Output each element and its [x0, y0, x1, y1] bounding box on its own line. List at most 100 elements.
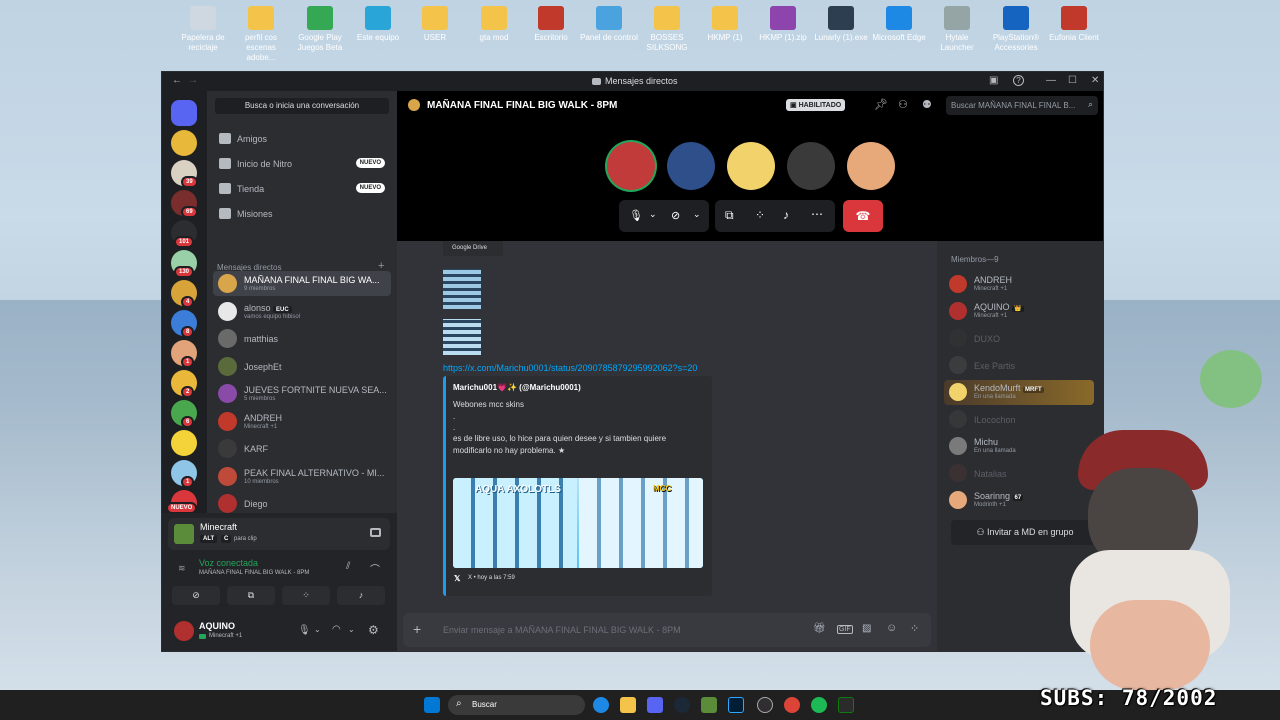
desktop-shortcut[interactable]: HKMP (1).zip	[754, 4, 812, 43]
soundboard-button[interactable]: ♪	[337, 586, 385, 605]
chrome-icon[interactable]	[784, 697, 800, 713]
dm-item[interactable]: MAÑANA FINAL FINAL BIG WA... 9 miembros	[213, 271, 391, 296]
mic-control[interactable]: 🎙︎ ⌄ ⊘ ⌄	[619, 200, 709, 232]
message-input[interactable]: Enviar mensaje a MAÑANA FINAL FINAL BIG …	[443, 625, 681, 635]
desktop-shortcut[interactable]: Microsoft Edge	[870, 4, 928, 43]
taskbar-search[interactable]: ⌕ Buscar	[448, 695, 585, 715]
desktop-shortcut[interactable]: Papelera de reciclaje	[174, 4, 232, 53]
nav-tienda[interactable]: Tienda NUEVO	[215, 178, 391, 200]
spotify-icon[interactable]	[811, 697, 827, 713]
microphone-icon[interactable]: 🎙︎	[629, 209, 643, 222]
dm-item[interactable]: JosephEt	[213, 354, 391, 379]
back-button[interactable]: ←	[172, 75, 182, 86]
soundboard-icon[interactable]: ♪	[783, 208, 789, 222]
chevron-down-icon[interactable]: ⌄	[693, 209, 701, 220]
headphones-icon[interactable]: ◠	[332, 624, 341, 635]
message-composer[interactable]: + Enviar mensaje a MAÑANA FINAL FINAL BI…	[403, 613, 931, 647]
desktop-shortcut[interactable]: Panel de control	[580, 4, 638, 43]
message-link[interactable]: https://x.com/Marichu0001/status/2090785…	[443, 363, 697, 373]
activities-button[interactable]: ⁘	[282, 586, 330, 605]
photoshop-icon[interactable]	[728, 697, 744, 713]
voice-connected-label[interactable]: Voz conectada	[199, 558, 258, 568]
disconnect-icon[interactable]: ⌒	[370, 561, 380, 576]
camera-button[interactable]: ⊘	[172, 586, 220, 605]
stream-icon[interactable]	[370, 528, 381, 537]
dm-item[interactable]: ANDREH Minecraft +1	[213, 409, 391, 434]
member-item[interactable]: DUXO	[944, 326, 1094, 351]
sticker-icon[interactable]: ▨	[862, 623, 871, 634]
microphone-icon[interactable]: 🎙︎	[298, 625, 311, 636]
desktop-shortcut[interactable]: PlayStation® Accessories	[987, 4, 1045, 53]
share-screen-button[interactable]: ⧉	[227, 586, 275, 605]
voice-channel-label[interactable]: MAÑANA FINAL FINAL BIG WALK - 8PM	[199, 570, 309, 576]
pin-icon[interactable]: 📌︎	[874, 98, 888, 111]
desktop-shortcut[interactable]: Este equipo	[349, 4, 407, 43]
close-button[interactable]: ✕	[1091, 75, 1099, 86]
chevron-down-icon[interactable]: ⌄	[314, 625, 321, 634]
members-icon[interactable]: ⚉	[922, 98, 932, 111]
call-participant[interactable]	[787, 142, 835, 190]
inbox-icon[interactable]: ▣	[989, 75, 998, 86]
member-item[interactable]: Exe Partis	[944, 353, 1094, 378]
add-friends-icon[interactable]: ⚇	[898, 98, 908, 111]
steam-icon[interactable]	[674, 697, 690, 713]
image-thumbnail[interactable]	[443, 269, 481, 309]
member-item[interactable]: KendoMurft MRFT En una llamada	[944, 380, 1094, 405]
chevron-down-icon[interactable]: ⌄	[649, 209, 657, 220]
dm-item[interactable]: JUEVES FORTNITE NUEVA SEA... 5 miembros	[213, 381, 391, 406]
obs-icon[interactable]	[757, 697, 773, 713]
server-icon[interactable]	[171, 130, 197, 156]
discord-home-icon[interactable]	[171, 100, 197, 126]
dm-item[interactable]: alonso EUC vamos equipo hibisol	[213, 299, 391, 324]
image-thumbnail[interactable]	[443, 319, 481, 355]
gif-icon[interactable]: GIF	[837, 625, 853, 634]
desktop-shortcut[interactable]: Hytale Launcher	[928, 4, 986, 53]
apps-icon[interactable]: ⁘	[910, 622, 919, 635]
call-participant[interactable]	[847, 142, 895, 190]
member-item[interactable]: ANDREH Minecraft +1	[944, 272, 1094, 297]
call-participant[interactable]	[727, 142, 775, 190]
call-participant[interactable]	[607, 142, 655, 190]
dm-item[interactable]: PEAK FINAL ALTERNATIVO - MI... 10 miembro…	[213, 464, 391, 489]
minecraft-icon[interactable]	[701, 697, 717, 713]
chevron-down-icon[interactable]: ⌄	[348, 625, 355, 634]
help-icon[interactable]: ?	[1013, 75, 1024, 86]
desktop-shortcut[interactable]: Escritorio	[522, 4, 580, 43]
start-icon[interactable]	[424, 697, 440, 713]
discord-icon[interactable]	[647, 697, 663, 713]
find-conversation-button[interactable]: Busca o inicia una conversación	[215, 98, 389, 114]
desktop-shortcut[interactable]: Google Play Juegos Beta	[291, 4, 349, 53]
attach-icon[interactable]: +	[413, 621, 421, 637]
dm-item[interactable]: matthias	[213, 326, 391, 351]
desktop-shortcut[interactable]: gta mod	[465, 4, 523, 43]
member-item[interactable]: AQUINO 👑 Minecraft +1	[944, 299, 1094, 324]
edge-icon[interactable]	[593, 697, 609, 713]
maximize-button[interactable]: ☐	[1068, 75, 1077, 86]
desktop-shortcut[interactable]: perfil cos escenas adobe...	[232, 4, 290, 63]
nav-misiones[interactable]: Misiones	[215, 203, 391, 225]
camera-off-icon[interactable]: ⊘	[671, 209, 680, 222]
folder-icon[interactable]	[620, 697, 636, 713]
gift-icon[interactable]: 🎁︎	[813, 623, 826, 634]
dm-item[interactable]: KARF	[213, 436, 391, 461]
desktop-shortcut[interactable]: Eufonia Client	[1045, 4, 1103, 43]
embed-image[interactable]: AQUA AXOLOTLS MCC	[453, 478, 703, 568]
desktop-shortcut[interactable]: Lunarly (1).exe	[812, 4, 870, 43]
member-item[interactable]: ILocochon	[944, 407, 1094, 432]
xbox-icon[interactable]	[838, 697, 854, 713]
desktop-shortcut[interactable]: HKMP (1)	[696, 4, 754, 43]
nav-inicio-de-nitro[interactable]: Inicio de Nitro NUEVO	[215, 153, 391, 175]
server-icon[interactable]	[171, 430, 197, 456]
activities-icon[interactable]: ⁘	[755, 208, 765, 222]
user-info[interactable]: AQUINO Minecraft +1 🎙︎ ⌄ ◠ ⌄ ⚙	[168, 616, 390, 648]
emoji-icon[interactable]: ☺	[886, 622, 897, 634]
share-screen-icon[interactable]: ⧉	[725, 208, 734, 223]
desktop-shortcut[interactable]: USER	[406, 4, 464, 43]
settings-icon[interactable]: ⚙	[368, 623, 379, 637]
minimize-button[interactable]: —	[1046, 75, 1056, 86]
more-icon[interactable]: ⋯	[811, 207, 823, 221]
call-participant[interactable]	[667, 142, 715, 190]
forward-button[interactable]: →	[188, 75, 198, 86]
embed-author[interactable]: Marichu001💗✨ (@Marichu0001)	[453, 383, 581, 392]
nav-amigos[interactable]: Amigos	[215, 128, 391, 150]
